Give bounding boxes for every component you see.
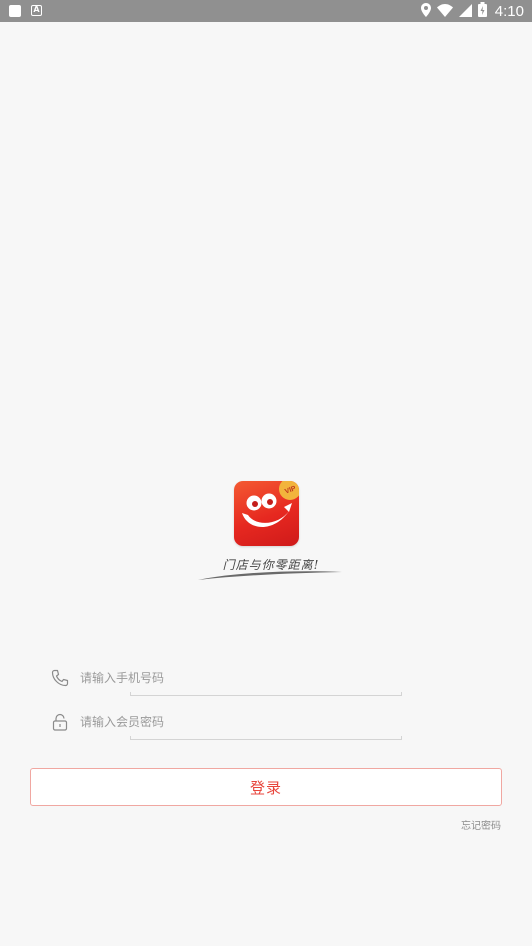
lock-icon (50, 712, 70, 732)
phone-icon (50, 668, 70, 688)
login-button[interactable]: 登录 (30, 768, 502, 806)
signal-icon (458, 2, 472, 21)
forgot-password-link[interactable]: 忘记密码 (461, 817, 501, 832)
a-badge-icon: A (31, 5, 42, 16)
password-field[interactable] (48, 704, 404, 740)
location-icon (420, 2, 431, 21)
wifi-icon (436, 2, 453, 21)
status-time: 4:10 (494, 2, 524, 20)
status-icons: 4:10 (420, 0, 524, 22)
password-input[interactable] (80, 710, 370, 734)
status-bar: A 4:10 (0, 0, 532, 22)
password-field-underline (130, 736, 402, 740)
app-logo: VIP (234, 481, 299, 546)
notification-square-icon (9, 5, 21, 17)
battery-icon (477, 1, 487, 21)
phone-input[interactable] (80, 666, 370, 690)
smiley-logo-icon: VIP (242, 481, 299, 527)
phone-field[interactable] (48, 660, 404, 696)
slogan-underline-swoosh (198, 571, 342, 580)
phone-field-underline (130, 692, 402, 696)
